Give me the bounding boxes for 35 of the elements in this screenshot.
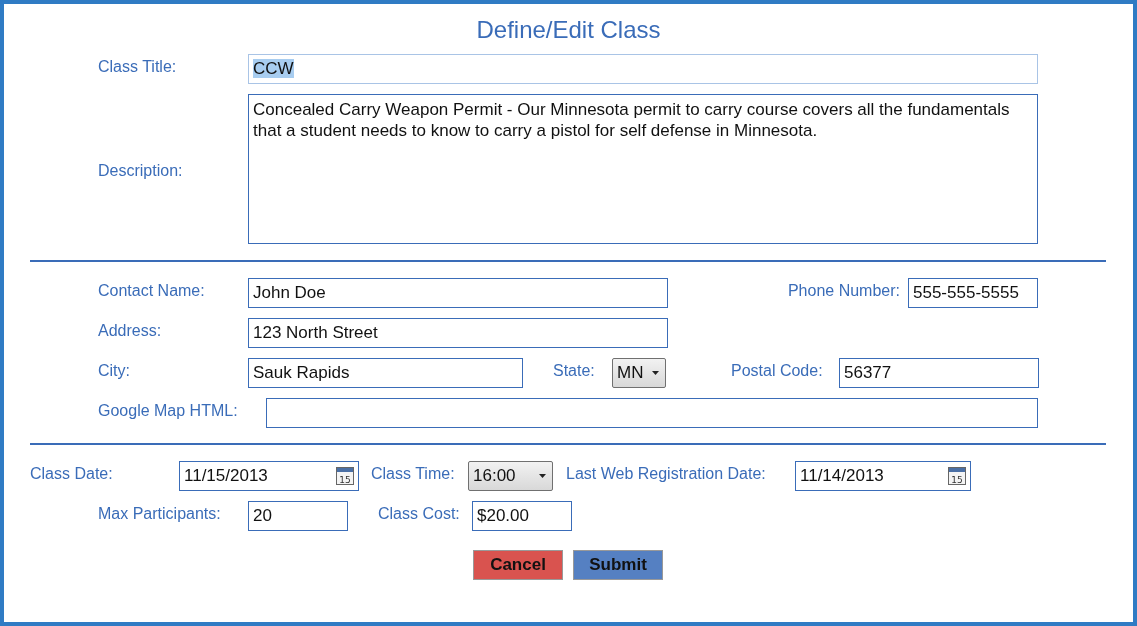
input-field[interactable]: $20.00	[472, 501, 572, 531]
caret-icon	[539, 474, 546, 478]
state-dropdown[interactable]: MN	[612, 358, 666, 388]
input-field[interactable]: John Doe	[248, 278, 668, 308]
input-field[interactable]	[266, 398, 1038, 428]
field-label: Description:	[98, 162, 184, 180]
field-label: Class Title:	[98, 58, 178, 76]
time-dropdown[interactable]: 16:00	[468, 461, 553, 491]
date-field[interactable]: 11/15/2013 15	[179, 461, 359, 491]
date-field[interactable]: 11/14/2013 15	[795, 461, 971, 491]
input-field[interactable]: 56377	[839, 358, 1039, 388]
field-label: Class Time:	[371, 465, 456, 483]
field-label: Contact Name:	[98, 282, 206, 300]
submit-button[interactable]: Submit	[573, 550, 663, 580]
input-field[interactable]: CCW	[248, 54, 1038, 84]
calendar-icon: 15	[336, 467, 354, 485]
field-label: Class Cost:	[378, 505, 461, 523]
input-field[interactable]: 20	[248, 501, 348, 531]
field-label: Max Participants:	[98, 505, 222, 523]
field-label: Last Web Registration Date:	[566, 465, 767, 483]
field-label: Phone Number:	[786, 282, 900, 300]
field-label: City:	[98, 362, 131, 380]
caret-icon	[652, 371, 659, 375]
dialog-title: Define/Edit Class	[476, 16, 661, 44]
field-label: State:	[553, 362, 596, 380]
input-field[interactable]: 123 North Street	[248, 318, 668, 348]
field-label: Class Date:	[30, 465, 114, 483]
field-label: Postal Code:	[731, 362, 824, 380]
input-field[interactable]: 555-555-5555	[908, 278, 1038, 308]
field-label: Address:	[98, 322, 163, 340]
field-label: Google Map HTML:	[98, 402, 239, 420]
cancel-button[interactable]: Cancel	[473, 550, 563, 580]
input-field[interactable]: Sauk Rapids	[248, 358, 523, 388]
text-area[interactable]: Concealed Carry Weapon Permit - Our Minnesota permit to carry course covers all the fundamentals that a student needs to know to carry a pistol for self defense in Minnesota.	[248, 94, 1038, 244]
calendar-icon: 15	[948, 467, 966, 485]
